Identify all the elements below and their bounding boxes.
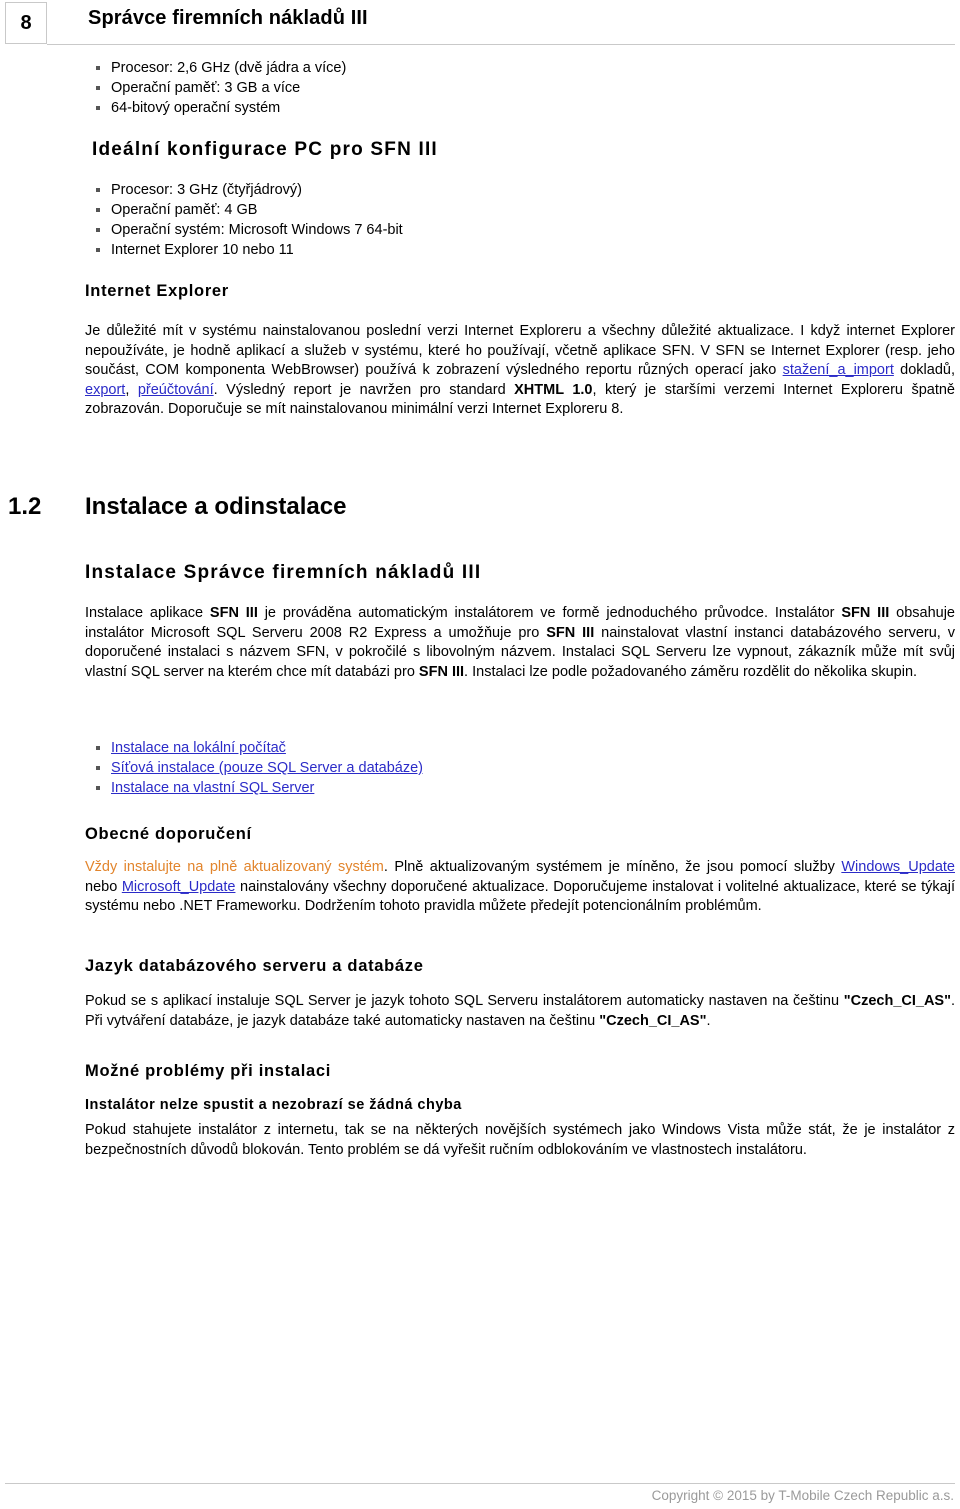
- ie-text-2: dokladů,: [893, 362, 955, 378]
- page-title: Správce firemních nákladů III: [88, 7, 368, 29]
- db-language-paragraph-block: Pokud se s aplikací instaluje SQL Server…: [85, 992, 955, 1031]
- db-collation-1: "Czech_CI_AS": [843, 993, 951, 1009]
- gr-text-2: nebo: [85, 878, 122, 895]
- db-text-3: .: [706, 1012, 711, 1029]
- ideal-configuration-heading: Ideální konfigurace PC pro SFN III: [92, 139, 438, 160]
- install-problems-subheading-block: Instalátor nelze spustit a nezobrazí se …: [85, 1097, 462, 1113]
- db-language-heading-block: Jazyk databázového serveru a databáze: [85, 957, 424, 976]
- ideal-memory: Operační paměť: 4 GB: [111, 202, 258, 218]
- requirement-os: 64-bitový operační systém: [111, 100, 281, 116]
- install-sfn-heading-block: Instalace Správce firemních nákladů III: [85, 562, 481, 584]
- install-links-list-block: Instalace na lokální počítač Síťová inst…: [92, 738, 652, 798]
- list-item[interactable]: Instalace na vlastní SQL Server: [92, 778, 652, 798]
- install-problems-subheading: Instalátor nelze spustit a nezobrazí se …: [85, 1097, 462, 1113]
- install-text-5: . Instalaci lze podle požadovaného záměr…: [464, 663, 918, 680]
- install-text-2: je prováděna automatickým instalátorem v…: [257, 605, 842, 621]
- install-sfn-heading: Instalace Správce firemních nákladů III: [85, 562, 482, 583]
- install-problems-heading-block: Možné problémy při instalaci: [85, 1062, 331, 1081]
- internet-explorer-heading-block: Internet Explorer: [85, 282, 229, 301]
- list-item[interactable]: Instalace na lokální počítač: [92, 738, 652, 758]
- link-sitova-instalace[interactable]: Síťová instalace (pouze SQL Server a dat…: [111, 760, 423, 776]
- gr-text-1: . Plně aktualizovaným systémem je míněno…: [383, 859, 842, 875]
- ideal-os: Operační systém: Microsoft Windows 7 64-…: [111, 222, 403, 238]
- general-recommendation-paragraph: Vždy instalujte na plně aktualizovaný sy…: [85, 858, 955, 917]
- list-item: Procesor: 2,6 GHz (dvě jádra a více): [92, 58, 612, 78]
- install-links-list: Instalace na lokální počítač Síťová inst…: [92, 738, 652, 798]
- highlight-always-update: Vždy instalujte na plně aktualizovaný sy…: [85, 859, 384, 875]
- general-recommendation-paragraph-block: Vždy instalujte na plně aktualizovaný sy…: [85, 858, 955, 917]
- link-preuctovani[interactable]: přeúčtování: [138, 382, 214, 398]
- ideal-processor: Procesor: 3 GHz (čtyřjádrový): [111, 182, 302, 198]
- install-bold-1: SFN III: [209, 605, 258, 621]
- general-recommendation-heading-block: Obecné doporučení: [85, 825, 252, 844]
- ideal-configuration-list: Procesor: 3 GHz (čtyřjádrový) Operační p…: [92, 180, 652, 260]
- list-item: Procesor: 3 GHz (čtyřjádrový): [92, 180, 652, 200]
- list-item: Operační paměť: 4 GB: [92, 200, 652, 220]
- ideal-configuration-block: Ideální konfigurace PC pro SFN III: [92, 139, 652, 161]
- general-recommendation-heading: Obecné doporučení: [85, 825, 252, 843]
- link-microsoft-update[interactable]: Microsoft_Update: [122, 879, 236, 895]
- install-text-1: Instalace aplikace: [85, 605, 210, 621]
- header-divider: [47, 44, 955, 45]
- footer-divider: [5, 1483, 955, 1484]
- page-number-box: 8: [5, 2, 47, 44]
- install-sfn-paragraph: Instalace aplikace SFN III je prováděna …: [85, 604, 955, 682]
- list-item[interactable]: Síťová instalace (pouze SQL Server a dat…: [92, 758, 652, 778]
- db-text-1: Pokud se s aplikací instaluje SQL Server…: [85, 993, 844, 1009]
- page-header: 8 Správce firemních nákladů III: [0, 0, 960, 48]
- install-problems-paragraph: Pokud stahujete instalátor z internetu, …: [85, 1122, 955, 1158]
- link-windows-update[interactable]: Windows_Update: [841, 859, 955, 875]
- install-bold-4: SFN III: [418, 663, 465, 680]
- internet-explorer-heading: Internet Explorer: [85, 282, 229, 300]
- ideal-configuration-list-block: Procesor: 3 GHz (čtyřjádrový) Operační p…: [92, 180, 652, 260]
- internet-explorer-paragraph: Je důležité mít v systému nainstalovanou…: [85, 322, 955, 420]
- section-number: 1.2: [8, 493, 42, 520]
- install-bold-2: SFN III: [841, 605, 890, 621]
- list-item: Internet Explorer 10 nebo 11: [92, 240, 652, 260]
- minimum-requirements-list: Procesor: 2,6 GHz (dvě jádra a více) Ope…: [92, 58, 612, 118]
- ie-text-3: ,: [125, 381, 138, 398]
- install-problems-paragraph-block: Pokud stahujete instalátor z internetu, …: [85, 1121, 955, 1160]
- section-1-2-heading-block: 1.2 Instalace a odinstalace: [0, 493, 960, 533]
- link-instalace-lokalni-pocitac[interactable]: Instalace na lokální počítač: [111, 740, 286, 756]
- db-language-heading: Jazyk databázového serveru a databáze: [85, 957, 424, 975]
- ie-text-4: . Výsledný report je navržen pro standar…: [213, 381, 515, 398]
- section-title: Instalace a odinstalace: [85, 493, 347, 520]
- requirement-memory: Operační paměť: 3 GB a více: [111, 80, 301, 96]
- footer-copyright: Copyright © 2015 by T-Mobile Czech Repub…: [651, 1488, 954, 1503]
- internet-explorer-paragraph-block: Je důležité mít v systému nainstalovanou…: [85, 322, 955, 420]
- link-instalace-vlastni-sql-server[interactable]: Instalace na vlastní SQL Server: [111, 780, 314, 796]
- ie-standard-xhtml: XHTML 1.0: [514, 381, 593, 398]
- list-item: Operační systém: Microsoft Windows 7 64-…: [92, 220, 652, 240]
- link-stazeni-a-import[interactable]: stažení_a_import: [783, 362, 894, 378]
- db-collation-2: "Czech_CI_AS": [599, 1012, 707, 1029]
- install-problems-heading: Možné problémy při instalaci: [85, 1062, 332, 1080]
- ideal-browser: Internet Explorer 10 nebo 11: [111, 242, 294, 258]
- install-bold-3: SFN III: [546, 624, 595, 641]
- db-language-paragraph: Pokud se s aplikací instaluje SQL Server…: [85, 992, 955, 1031]
- requirement-processor: Procesor: 2,6 GHz (dvě jádra a více): [111, 60, 347, 76]
- list-item: 64-bitový operační systém: [92, 98, 612, 118]
- minimum-requirements-list-block: Procesor: 2,6 GHz (dvě jádra a více) Ope…: [92, 58, 612, 118]
- list-item: Operační paměť: 3 GB a více: [92, 78, 612, 98]
- install-sfn-paragraph-block: Instalace aplikace SFN III je prováděna …: [85, 604, 955, 682]
- link-export[interactable]: export: [85, 382, 125, 398]
